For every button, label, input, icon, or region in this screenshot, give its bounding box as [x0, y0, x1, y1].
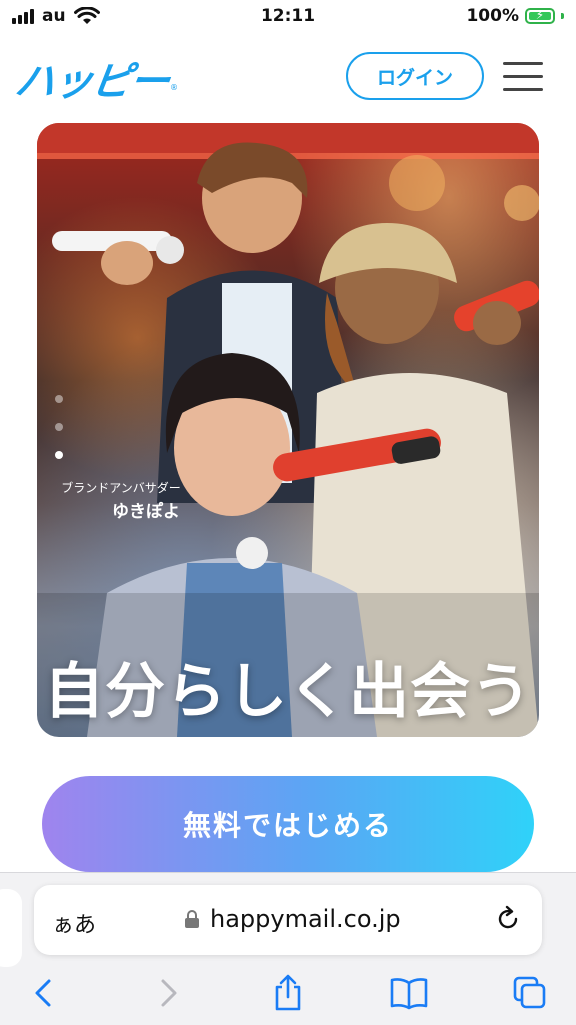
battery-percent: 100%	[466, 6, 519, 26]
ambassador-name: ゆきぽよ	[112, 502, 180, 522]
site-header: ハッピー ® ログイン	[0, 42, 576, 116]
tabs-icon[interactable]	[510, 973, 550, 1013]
battery-cap	[561, 13, 564, 19]
forward-arrow-icon[interactable]	[148, 973, 188, 1013]
hero-tagline: 自分らしく出会う	[44, 657, 532, 727]
ambassador-label: ブランドアンバサダー	[61, 481, 181, 495]
battery-icon: ⚡	[525, 8, 555, 24]
status-right: 100% ⚡	[466, 6, 564, 26]
hero-carousel[interactable]: ブランドアンバサダー ゆきぽよ 自分らしく出会う	[37, 123, 539, 737]
safari-bottom-bar: ぁあ happymail.co.jp	[0, 872, 576, 1025]
login-button[interactable]: ログイン	[346, 52, 484, 100]
lock-icon	[185, 910, 199, 928]
bookmarks-icon[interactable]	[389, 973, 429, 1013]
share-icon[interactable]	[268, 973, 308, 1013]
start-free-button[interactable]: 無料ではじめる	[42, 776, 534, 872]
back-arrow-icon[interactable]	[24, 973, 64, 1013]
status-bar: au 12:11 100% ⚡	[0, 0, 576, 34]
safari-toolbar	[0, 965, 576, 1021]
registered-mark: ®	[170, 83, 178, 92]
carousel-dot[interactable]	[55, 395, 63, 403]
carousel-dot-active[interactable]	[55, 451, 63, 459]
previous-tab-preview[interactable]	[0, 889, 22, 967]
logo-wordmark: ハッピー	[12, 59, 171, 105]
address-bar[interactable]: ぁあ happymail.co.jp	[34, 885, 542, 955]
reload-icon[interactable]	[494, 905, 522, 933]
carousel-dot[interactable]	[55, 423, 63, 431]
reader-settings-button[interactable]: ぁあ	[52, 907, 96, 939]
brand-logo[interactable]: ハッピー ®	[12, 54, 178, 105]
carousel-indicators	[55, 395, 65, 479]
hamburger-menu-icon[interactable]	[503, 62, 543, 92]
url-text: happymail.co.jp	[210, 905, 401, 933]
